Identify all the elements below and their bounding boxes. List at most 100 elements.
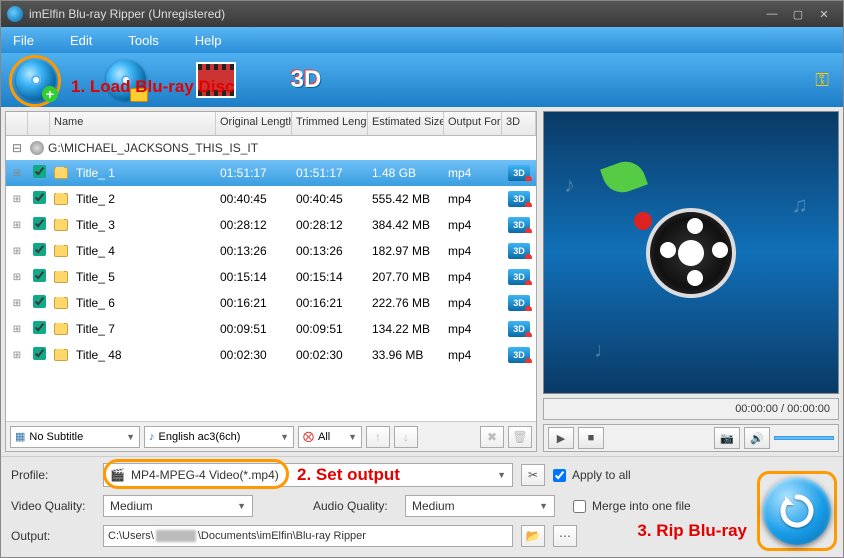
video-quality-combo[interactable]: Medium▼	[103, 495, 253, 517]
table-row[interactable]: ⊞Title_ 200:40:4500:40:45555.42 MBmp43D	[6, 186, 536, 212]
folder-icon	[54, 219, 68, 231]
expand-icon[interactable]: ⊞	[6, 246, 28, 257]
apply-to-all-checkbox[interactable]	[553, 469, 566, 482]
col-name[interactable]: Name	[50, 112, 216, 135]
row-name: Title_ 6	[72, 296, 216, 310]
expand-icon[interactable]: ⊞	[6, 272, 28, 283]
col-3d[interactable]: 3D	[502, 112, 536, 135]
row-original-length: 00:16:21	[216, 296, 292, 310]
audio-track-combo[interactable]: ♪ English ac3(6ch) ▼	[144, 426, 294, 448]
table-row[interactable]: ⊞Title_ 4800:02:3000:02:3033.96 MBmp43D	[6, 342, 536, 368]
row-checkbox[interactable]	[33, 295, 46, 308]
menu-edit[interactable]: Edit	[70, 33, 92, 48]
output-label: Output:	[11, 529, 95, 543]
menu-tools[interactable]: Tools	[128, 33, 158, 48]
profile-combo[interactable]: 🎬 MP4-MPEG-4 Video(*.mp4) ▼	[103, 463, 513, 487]
register-key-icon[interactable]: ⚿	[815, 70, 829, 91]
table-row[interactable]: ⊞Title_ 500:15:1400:15:14207.70 MBmp43D	[6, 264, 536, 290]
subtitle-combo[interactable]: ▦ No Subtitle ▼	[10, 426, 140, 448]
stop-button[interactable]: ■	[578, 427, 604, 449]
expand-icon[interactable]: ⊞	[6, 168, 28, 179]
close-button[interactable]: ✕	[811, 5, 837, 23]
move-down-button[interactable]: ↓	[394, 426, 418, 448]
ladybug-graphic	[634, 212, 652, 230]
remove-button[interactable]: ✖	[480, 426, 504, 448]
3d-badge-icon[interactable]: 3D	[508, 321, 530, 337]
folder-icon	[54, 167, 68, 179]
row-checkbox[interactable]	[33, 165, 46, 178]
row-checkbox[interactable]	[33, 347, 46, 360]
col-output-format[interactable]: Output Format	[444, 112, 502, 135]
row-format: mp4	[444, 348, 502, 362]
profile-label: Profile:	[11, 468, 95, 482]
col-original-length[interactable]: Original Length	[216, 112, 292, 135]
table-row[interactable]: ⊞Title_ 300:28:1200:28:12384.42 MBmp43D	[6, 212, 536, 238]
col-trimmed-length[interactable]: Trimmed Length	[292, 112, 368, 135]
row-checkbox[interactable]	[33, 191, 46, 204]
output-path-field[interactable]: C:\Users\\Documents\imElfin\Blu-ray Ripp…	[103, 525, 513, 547]
3d-badge-icon[interactable]: 3D	[508, 191, 530, 207]
window-title: imElfin Blu-ray Ripper (Unregistered)	[29, 7, 225, 21]
row-checkbox[interactable]	[33, 269, 46, 282]
volume-slider[interactable]	[774, 436, 834, 440]
3d-badge-icon[interactable]: 3D	[508, 347, 530, 363]
select-all-combo[interactable]: ⨂ All ▼	[298, 426, 362, 448]
apply-to-all-label: Apply to all	[572, 468, 631, 482]
audio-quality-combo[interactable]: Medium▼	[405, 495, 555, 517]
maximize-button[interactable]: ▢	[785, 5, 811, 23]
row-original-length: 00:13:26	[216, 244, 292, 258]
clear-button[interactable]: 🗑	[508, 426, 532, 448]
collapse-icon[interactable]: ⊟	[8, 141, 26, 155]
row-name: Title_ 48	[72, 348, 216, 362]
folder-icon	[54, 193, 68, 205]
3d-button[interactable]: 3D	[285, 59, 327, 101]
expand-icon[interactable]: ⊞	[6, 324, 28, 335]
3d-badge-icon[interactable]: 3D	[508, 165, 530, 181]
menu-file[interactable]: File	[13, 33, 34, 48]
preview-controls: ▶ ■ 📷 🔊	[543, 424, 839, 452]
expand-icon[interactable]: ⊞	[6, 194, 28, 205]
folder-icon	[54, 271, 68, 283]
merge-label: Merge into one file	[592, 499, 691, 513]
3d-badge-icon[interactable]: 3D	[508, 269, 530, 285]
folder-icon	[54, 349, 68, 361]
play-button[interactable]: ▶	[548, 427, 574, 449]
3d-icon: 3D	[291, 66, 322, 94]
minimize-button[interactable]: —	[759, 5, 785, 23]
disc-plus-icon	[16, 60, 56, 100]
row-checkbox[interactable]	[33, 243, 46, 256]
snapshot-button[interactable]: 📷	[714, 427, 740, 449]
edit-video-button[interactable]	[195, 59, 237, 101]
menu-help[interactable]: Help	[195, 33, 222, 48]
row-format: mp4	[444, 192, 502, 206]
expand-icon[interactable]: ⊞	[6, 298, 28, 309]
row-size: 33.96 MB	[368, 348, 444, 362]
table-row[interactable]: ⊞Title_ 700:09:5100:09:51134.22 MBmp43D	[6, 316, 536, 342]
app-icon	[7, 6, 23, 22]
open-output-folder-button[interactable]: 📂	[521, 525, 545, 547]
merge-checkbox[interactable]	[573, 500, 586, 513]
table-row[interactable]: ⊞Title_ 101:51:1701:51:171.48 GBmp43D	[6, 160, 536, 186]
row-name: Title_ 5	[72, 270, 216, 284]
profile-settings-button[interactable]: ✂	[521, 464, 545, 486]
expand-icon[interactable]: ⊞	[6, 220, 28, 231]
disc-folder-icon	[106, 60, 146, 100]
load-folder-button[interactable]	[105, 59, 147, 101]
3d-badge-icon[interactable]: 3D	[508, 295, 530, 311]
row-checkbox[interactable]	[33, 217, 46, 230]
3d-badge-icon[interactable]: 3D	[508, 217, 530, 233]
3d-badge-icon[interactable]: 3D	[508, 243, 530, 259]
source-row[interactable]: ⊟ G:\MICHAEL_JACKSONS_THIS_IS_IT	[6, 136, 536, 160]
convert-button[interactable]	[763, 477, 831, 545]
subtitle-value: No Subtitle	[29, 431, 83, 443]
col-estimated-size[interactable]: Estimated Size	[368, 112, 444, 135]
mute-button[interactable]: 🔊	[744, 427, 770, 449]
expand-icon[interactable]: ⊞	[6, 350, 28, 361]
browse-output-button[interactable]: ⋯	[553, 525, 577, 547]
table-row[interactable]: ⊞Title_ 600:16:2100:16:21222.76 MBmp43D	[6, 290, 536, 316]
row-trimmed-length: 00:09:51	[292, 322, 368, 336]
move-up-button[interactable]: ↑	[366, 426, 390, 448]
chevron-down-icon: ▼	[348, 432, 357, 442]
table-row[interactable]: ⊞Title_ 400:13:2600:13:26182.97 MBmp43D	[6, 238, 536, 264]
row-checkbox[interactable]	[33, 321, 46, 334]
